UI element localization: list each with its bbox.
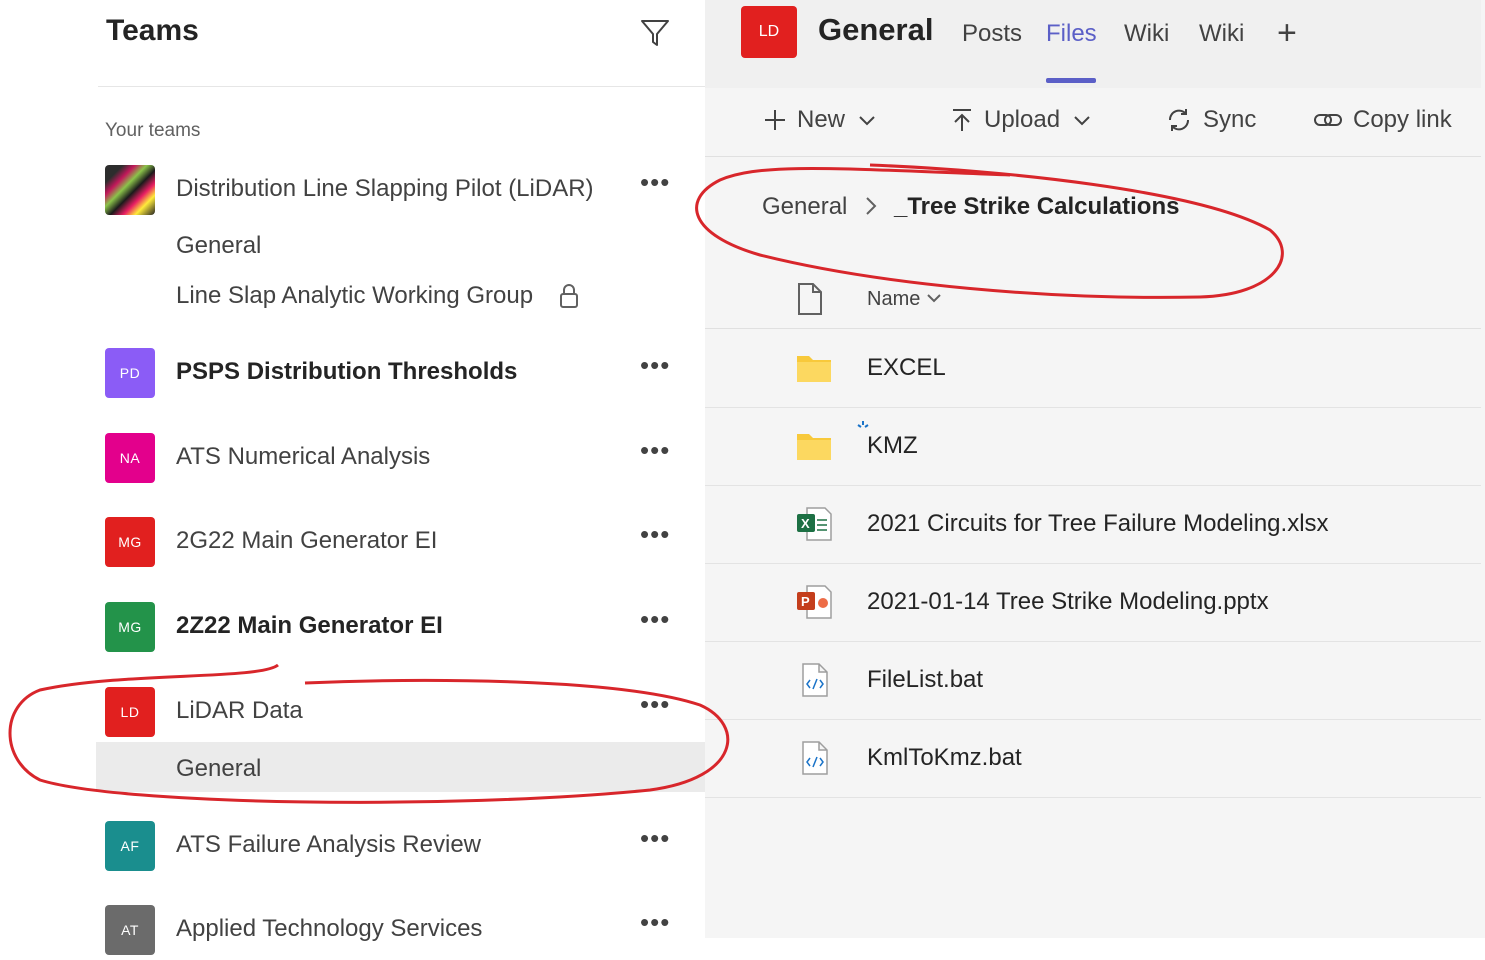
team-item-2z22[interactable]: MG 2Z22 Main Generator EI ••• [0,597,705,657]
more-options-icon[interactable]: ••• [640,169,670,195]
channel-avatar: LD [741,6,797,58]
team-name: LiDAR Data [176,697,303,724]
file-row-excel[interactable]: EXCEL [705,330,1481,408]
name-column-header[interactable]: Name [867,288,942,311]
sync-label: Sync [1203,106,1257,133]
channel-general[interactable]: General [176,232,261,260]
divider [98,86,705,87]
tab-wiki-2[interactable]: Wiki [1199,20,1244,48]
file-name: 2021 Circuits for Tree Failure Modeling.… [867,510,1329,537]
file-list-header: Name [705,268,1481,329]
lock-icon [560,284,578,308]
new-button[interactable]: New [763,106,887,134]
files-toolbar: New Upload Sync Copy link [705,88,1481,157]
excel-file-icon: X [797,507,832,541]
more-options-icon[interactable]: ••• [640,691,670,717]
file-name: KMZ [867,432,918,459]
teams-sidebar: Teams Your teams Distribution Line Slapp… [0,0,705,955]
chevron-down-icon [1074,116,1090,126]
team-item-lidar-data[interactable]: LD LiDAR Data ••• [0,682,705,742]
tab-posts[interactable]: Posts [962,20,1022,48]
more-options-icon[interactable]: ••• [640,521,670,547]
channel-title: General [818,12,934,47]
tab-wiki[interactable]: Wiki [1124,20,1169,48]
breadcrumb-root[interactable]: General [762,193,847,221]
sync-icon [1168,109,1190,131]
add-tab-button[interactable]: + [1277,14,1297,53]
code-file-icon [802,663,828,697]
code-file-icon [802,741,828,775]
filter-icon[interactable] [638,16,672,50]
more-options-icon[interactable]: ••• [640,825,670,851]
team-avatar: PD [105,348,155,398]
plus-icon [765,110,785,130]
team-name: ATS Numerical Analysis [176,443,431,470]
team-item-applied-tech[interactable]: AT Applied Technology Services ••• [0,900,705,960]
chevron-down-icon [927,294,941,303]
file-row-xlsx[interactable]: X 2021 Circuits for Tree Failure Modelin… [705,486,1481,564]
team-name: Distribution Line Slapping Pilot (LiDAR) [176,175,594,202]
new-label: New [797,106,846,133]
team-avatar: AT [105,905,155,955]
channel-header: LD General Posts Files Wiki Wiki + [705,0,1481,88]
chevron-down-icon [859,116,875,126]
team-item-ats-failure[interactable]: AF ATS Failure Analysis Review ••• [0,816,705,876]
upload-icon [953,109,971,131]
file-name: EXCEL [867,354,946,381]
file-name: KmlToKmz.bat [867,744,1022,771]
name-column-label: Name [867,288,921,310]
more-options-icon[interactable]: ••• [640,352,670,378]
file-row-pptx[interactable]: P 2021-01-14 Tree Strike Modeling.pptx [705,564,1481,642]
svg-text:P: P [801,594,810,609]
file-row-filelist-bat[interactable]: FileList.bat [705,642,1481,720]
folder-icon [797,356,831,382]
team-avatar [105,165,155,215]
team-item-psps[interactable]: PD PSPS Distribution Thresholds ••• [0,343,705,403]
more-options-icon[interactable]: ••• [640,909,670,935]
more-options-icon[interactable]: ••• [640,606,670,632]
team-avatar: AF [105,821,155,871]
upload-label: Upload [984,106,1061,133]
team-avatar: NA [105,433,155,483]
your-teams-label: Your teams [105,120,201,141]
team-name: 2G22 Main Generator EI [176,527,438,554]
sync-button[interactable]: Sync [1165,106,1256,134]
team-item-2g22[interactable]: MG 2G22 Main Generator EI ••• [0,512,705,572]
folder-icon [797,434,831,460]
active-tab-indicator [1046,78,1096,83]
file-name: FileList.bat [867,666,984,693]
file-row-kmz[interactable]: KMZ [705,408,1481,486]
more-options-icon[interactable]: ••• [640,437,670,463]
teams-title: Teams [106,14,199,47]
team-avatar: LD [105,687,155,737]
powerpoint-file-icon: P [797,585,832,619]
team-item-ats-numerical[interactable]: NA ATS Numerical Analysis ••• [0,428,705,488]
team-name: Applied Technology Services [176,915,483,942]
team-item-distribution-line-slapping[interactable]: Distribution Line Slapping Pilot (LiDAR)… [0,160,705,220]
upload-button[interactable]: Upload [950,106,1102,134]
team-avatar: MG [105,602,155,652]
file-name: 2021-01-14 Tree Strike Modeling.pptx [867,588,1269,615]
channel-general-selected[interactable]: General [176,755,261,783]
team-name: 2Z22 Main Generator EI [176,612,443,639]
breadcrumb-current: _Tree Strike Calculations [894,193,1180,220]
tab-files[interactable]: Files [1046,20,1097,48]
link-icon [1314,114,1342,126]
channel-line-slap-analytic[interactable]: Line Slap Analytic Working Group [176,282,533,310]
channel-files-pane: LD General Posts Files Wiki Wiki + New U… [705,0,1485,938]
file-row-kmltokmz-bat[interactable]: KmlToKmz.bat [705,720,1481,798]
copy-link-label: Copy link [1353,106,1452,133]
chevron-right-icon [866,197,877,215]
file-type-icon [798,283,822,315]
team-avatar: MG [105,517,155,567]
copy-link-button[interactable]: Copy link [1313,106,1452,134]
svg-text:X: X [801,516,810,531]
team-name: PSPS Distribution Thresholds [176,358,518,385]
team-name: ATS Failure Analysis Review [176,831,481,858]
